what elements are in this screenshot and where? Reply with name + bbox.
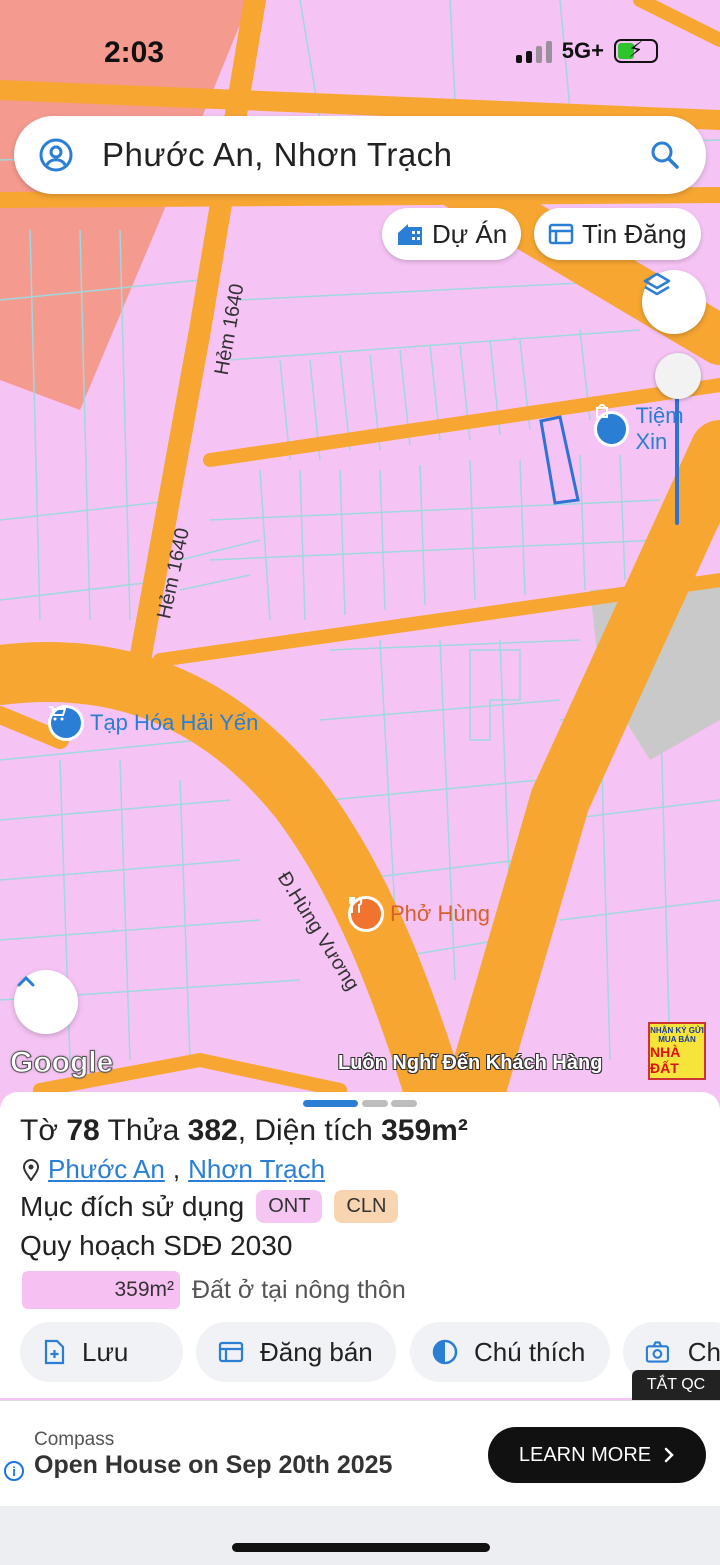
chevron-right-icon [664, 1447, 674, 1463]
planning-label: Quy hoạch SDĐ 2030 [20, 1230, 293, 1261]
usage-tag-cln[interactable]: CLN [334, 1190, 399, 1223]
usage-row: Mục đích sử dụng ONT CLN [20, 1190, 399, 1223]
layers-icon [643, 272, 671, 296]
opacity-slider-track[interactable] [675, 380, 679, 525]
projects-chip[interactable]: Dự Án [382, 208, 522, 260]
signal-icon [515, 39, 552, 63]
poi-taphoa[interactable]: Tạp Hóa Hải Yến [48, 705, 258, 741]
ad-headline: Open House on Sep 20th 2025 [34, 1451, 393, 1479]
chevron-up-icon [17, 975, 35, 987]
contrast-icon [432, 1339, 458, 1365]
search-bar[interactable]: Phước An, Nhơn Trạch [14, 116, 706, 194]
listings-chip[interactable]: Tin Đăng [534, 208, 701, 260]
shopping-bag-icon [594, 404, 630, 447]
ward-link[interactable]: Phước An [48, 1154, 165, 1185]
building-icon [398, 224, 422, 245]
parcel-info-sheet[interactable]: Tờ 78 Thửa 382, Diện tích 359m² Phước An… [0, 1092, 720, 1398]
poi-pho-label: Phở Hùng [390, 901, 491, 926]
account-icon[interactable] [38, 137, 74, 173]
battery-icon: ⚡ [614, 37, 658, 63]
usage-label: Mục đích sử dụng [20, 1190, 245, 1222]
home-area [0, 1506, 720, 1565]
ad-learn-more-button[interactable]: LEARN MORE [488, 1427, 706, 1483]
network-type: 5G+ [561, 38, 604, 63]
agency-logo: NHẬN KÝ GỬI MUA BÁN NHÀ ĐẤT [648, 1022, 706, 1080]
ad-brand: Compass [34, 1429, 115, 1450]
ad-banner[interactable]: i Compass Open House on Sep 20th 2025 LE… [0, 1400, 720, 1506]
listing-icon [218, 1341, 244, 1363]
sheet-page-indicator [391, 1100, 417, 1107]
google-logo: Google [9, 1046, 114, 1080]
expand-sheet-button[interactable] [14, 970, 78, 1034]
search-icon[interactable] [648, 138, 682, 172]
legend-area-bar: 359m² [22, 1271, 180, 1309]
status-time: 2:03 [104, 36, 165, 69]
location-pin-icon [22, 1158, 40, 1181]
poi-tiem[interactable]: Tiệm Xin [594, 403, 720, 455]
usage-tag-ont[interactable]: ONT [256, 1190, 323, 1223]
sheet-page-indicator [362, 1100, 388, 1107]
legend-row: 359m² Đất ở tại nông thôn [22, 1271, 406, 1309]
poi-taphoa-label: Tạp Hóa Hải Yến [90, 710, 259, 735]
district-link[interactable]: Nhơn Trạch [188, 1154, 325, 1185]
listings-chip-label: Tin Đăng [582, 218, 687, 249]
home-indicator[interactable] [232, 1543, 490, 1552]
save-document-icon [44, 1339, 65, 1365]
parcel-location: Phước An, Nhơn Trạch [22, 1154, 325, 1185]
search-input[interactable]: Phước An, Nhơn Trạch [102, 136, 648, 174]
save-button[interactable]: Lưu [20, 1322, 183, 1382]
parcel-title: Tờ 78 Thửa 382, Diện tích 359m² [20, 1114, 468, 1147]
poi-pho[interactable]: Phở Hùng [348, 896, 490, 932]
projects-chip-label: Dự Án [432, 218, 508, 249]
watermark-text: Luôn Nghĩ Đến Khách Hàng [338, 1052, 603, 1074]
listings-icon [548, 223, 574, 245]
sheet-page-indicator-active [303, 1100, 358, 1107]
status-indicators: 5G+ ⚡ [515, 37, 658, 64]
layers-button[interactable] [642, 270, 706, 334]
camera-icon [645, 1341, 669, 1363]
restaurant-icon [348, 896, 384, 932]
legend-description: Đất ở tại nông thôn [192, 1275, 406, 1304]
post-sale-button[interactable]: Đăng bán [196, 1322, 396, 1382]
cart-icon [48, 705, 84, 741]
opacity-slider-knob[interactable] [655, 353, 701, 399]
ad-close-button[interactable]: TẮT QC [632, 1370, 720, 1400]
ad-info-icon[interactable]: i [4, 1461, 24, 1481]
legend-button[interactable]: Chú thích [410, 1322, 610, 1382]
